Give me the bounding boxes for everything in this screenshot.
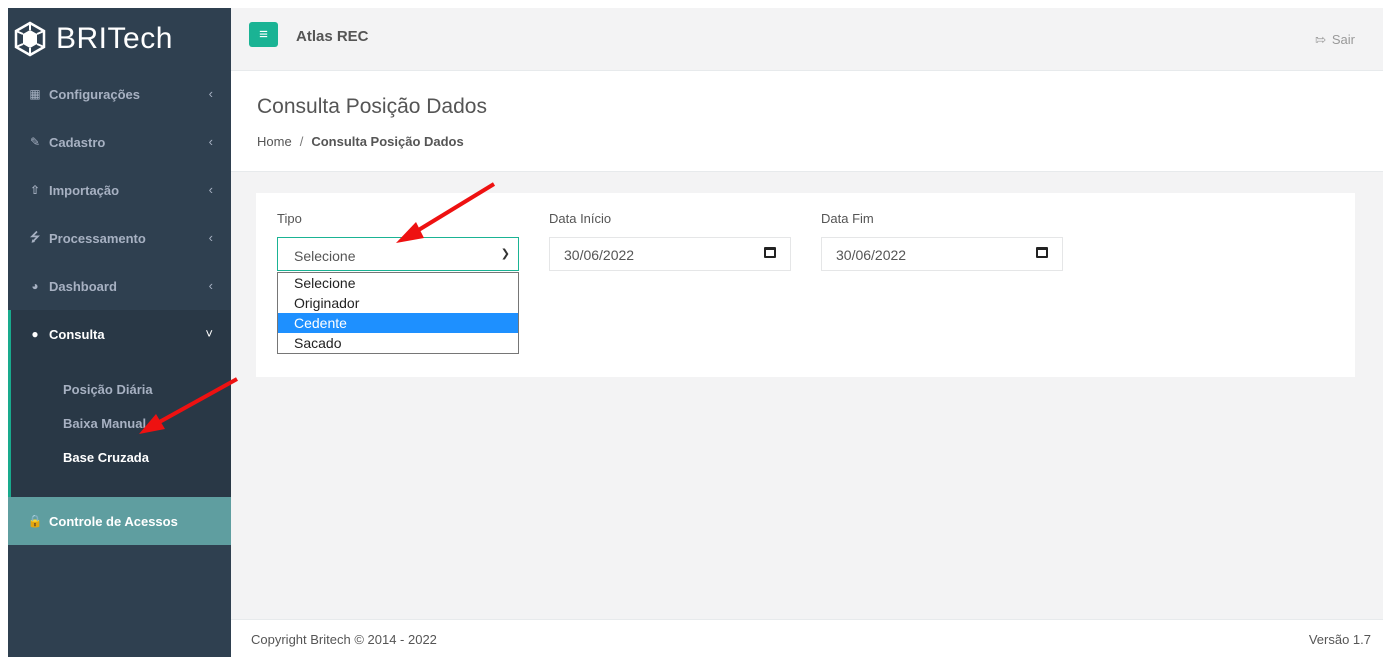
sidebar: BRITech ▦ Configurações ‹ ✎ Cadastro ‹ ⇧… (8, 8, 231, 657)
calendar-icon[interactable] (764, 247, 776, 258)
data-inicio-input[interactable]: 30/06/2022 (549, 237, 791, 271)
sidebar-subitem-baixa-manual[interactable]: Baixa Manual (11, 406, 231, 440)
top-strip (0, 0, 1383, 8)
breadcrumb-home[interactable]: Home (257, 134, 292, 149)
tipo-option-selecione[interactable]: Selecione (278, 273, 518, 293)
logout-label: Sair (1331, 32, 1355, 47)
lock-icon: 🔒 (27, 514, 43, 528)
sidebar-item-controle-acessos[interactable]: 🔒 Controle de Acessos (8, 497, 231, 545)
top-navbar: ≡ Atlas REC ⇰ Sair (231, 8, 1383, 71)
sidebar-item-consulta[interactable]: ● Consulta ˅ (8, 310, 231, 358)
page-title: Consulta Posição Dados (257, 95, 487, 118)
chevron-left-icon: ‹ (208, 182, 213, 197)
sidebar-item-label: Dashboard (49, 278, 117, 294)
app-title: Atlas REC (296, 28, 369, 45)
bolt-icon: ⭍ (30, 229, 40, 244)
chevron-left-icon: ‹ (208, 278, 213, 293)
sidebar-item-label: Consulta (49, 326, 105, 342)
breadcrumb: Home / Consulta Posição Dados (257, 134, 464, 149)
breadcrumb-separator: / (299, 134, 304, 149)
copyright-text: Copyright Britech © 2014 - 2022 (251, 632, 437, 647)
pie-chart-icon: ◕ (31, 279, 39, 293)
menu-toggle-button[interactable]: ≡ (249, 22, 278, 47)
upload-icon: ⇧ (29, 183, 41, 197)
tipo-dropdown-list: Selecione Originador Cedente Sacado (277, 272, 519, 354)
sidebar-subitem-posicao-diaria[interactable]: Posição Diária (11, 372, 231, 406)
logout-link[interactable]: ⇰ Sair (1315, 32, 1355, 48)
britech-logo-icon (14, 21, 46, 57)
brand: BRITech (8, 8, 231, 70)
sidebar-submenu-consulta: Posição Diária Baixa Manual Base Cruzada (8, 358, 231, 497)
edit-icon: ✎ (29, 135, 41, 149)
version-text: Versão 1.7 (1308, 632, 1371, 647)
tipo-option-sacado[interactable]: Sacado (278, 333, 518, 353)
sidebar-item-label: Controle de Acessos (49, 513, 178, 529)
chevron-down-icon: ❯ (500, 248, 510, 260)
sidebar-item-label: Processamento (49, 230, 146, 246)
sidebar-item-label: Cadastro (49, 134, 106, 150)
page-heading: Consulta Posição Dados Home / Consulta Pos… (231, 71, 1383, 172)
data-inicio-value: 30/06/2022 (564, 247, 635, 263)
sidebar-item-label: Importação (49, 182, 120, 198)
sidebar-item-configuracoes[interactable]: ▦ Configurações ‹ (8, 70, 231, 118)
chevron-left-icon: ‹ (208, 230, 213, 245)
tipo-select-value: Selecione (294, 248, 356, 264)
sidebar-item-processamento[interactable]: ⭍ Processamento ‹ (8, 214, 231, 262)
chevron-down-icon: ˅ (205, 326, 213, 341)
sign-out-icon: ⇰ (1314, 32, 1326, 47)
chevron-left-icon: ‹ (208, 86, 213, 101)
binoculars-icon: ● (31, 327, 39, 341)
sidebar-item-importacao[interactable]: ⇧ Importação ‹ (8, 166, 231, 214)
data-fim-input[interactable]: 30/06/2022 (821, 237, 1063, 271)
tipo-select[interactable]: Selecione ❯ (277, 237, 519, 271)
sidebar-item-cadastro[interactable]: ✎ Cadastro ‹ (8, 118, 231, 166)
brand-name: BRITech (56, 22, 173, 55)
tipo-option-originador[interactable]: Originador (278, 293, 518, 313)
data-fim-value: 30/06/2022 (836, 247, 907, 263)
tipo-option-cedente[interactable]: Cedente (278, 313, 518, 333)
calendar-icon[interactable] (1036, 247, 1048, 258)
sidebar-item-label: Configurações (49, 86, 141, 102)
grid-icon: ▦ (29, 87, 41, 101)
data-inicio-label: Data Início (549, 211, 612, 226)
sidebar-item-dashboard[interactable]: ◕ Dashboard ‹ (8, 262, 231, 310)
footer: Copyright Britech © 2014 - 2022 Versão 1… (231, 619, 1383, 657)
chevron-left-icon: ‹ (208, 134, 213, 149)
data-fim-label: Data Fim (821, 211, 874, 226)
breadcrumb-current: Consulta Posição Dados (311, 134, 464, 149)
hamburger-icon: ≡ (259, 26, 268, 43)
tipo-label: Tipo (277, 211, 302, 226)
app-window: BRITech ▦ Configurações ‹ ✎ Cadastro ‹ ⇧… (0, 0, 1383, 657)
sidebar-subitem-base-cruzada[interactable]: Base Cruzada (11, 440, 231, 474)
